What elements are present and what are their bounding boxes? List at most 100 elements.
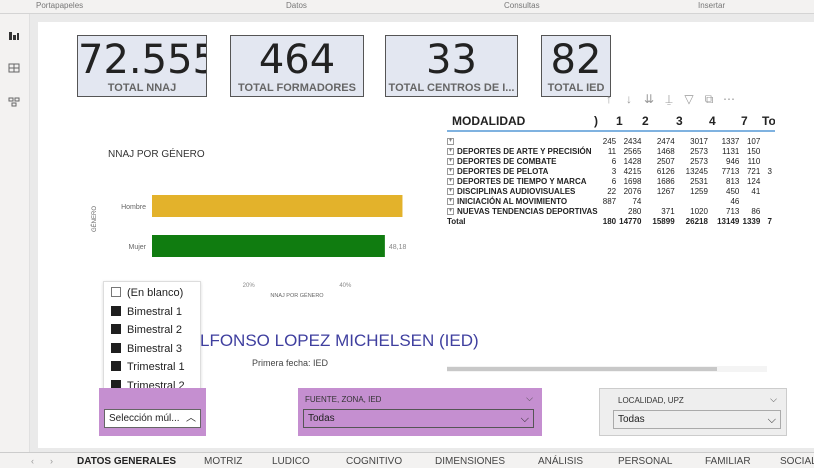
matrix-col-header[interactable]: To	[762, 114, 775, 128]
checkbox-checked[interactable]	[111, 342, 121, 353]
focus-mode-icon[interactable]: ⧉	[701, 91, 717, 107]
chevron-left-icon[interactable]: ‹	[31, 456, 34, 466]
expand-row-icon[interactable]: +	[447, 157, 454, 165]
modalidad-matrix[interactable]: MODALIDAD ) 1 2 3 4 7 To +245 2434 2474 301…	[447, 110, 775, 370]
chart-title: NNAJ POR GÉNERO	[108, 149, 205, 160]
bar-mujer[interactable]	[152, 235, 385, 257]
x-tick-label: 20%	[243, 283, 256, 289]
matrix-col-header[interactable]: 4	[709, 114, 716, 128]
chevron-down-icon[interactable]: ⌵	[526, 393, 533, 404]
tab-familiar[interactable]: FAMILIAR	[705, 456, 751, 467]
sort-desc-icon[interactable]: ↓	[621, 91, 637, 107]
more-options-icon[interactable]: ⋯	[721, 91, 737, 107]
matrix-total-row[interactable]: Total 180 14770 15899 26218 13149 1339 7	[447, 216, 775, 226]
expand-row-icon[interactable]: +	[447, 177, 454, 185]
checkbox-checked[interactable]	[111, 361, 121, 371]
dropdown-option[interactable]: Bimestral 3	[111, 342, 182, 355]
dropdown-option[interactable]: Bimestral 2	[111, 324, 182, 336]
kpi-value: 464	[258, 37, 336, 83]
matrix-cell	[644, 196, 677, 206]
tab-personal[interactable]: PERSONAL	[618, 456, 672, 467]
matrix-horizontal-scrollbar[interactable]	[447, 366, 767, 372]
dropdown-option[interactable]: (En blanco)	[111, 287, 183, 299]
localidad-slicer-select[interactable]: Todas ⌵	[613, 410, 781, 429]
ribbon-group-insertar[interactable]: Insertar	[698, 1, 725, 10]
kpi-card-total-ied[interactable]: 82 TOTAL IED	[541, 35, 611, 97]
bar-hombre[interactable]	[152, 195, 403, 217]
period-slicer[interactable]: Selección múl... ︿	[99, 388, 206, 436]
expand-icon[interactable]: ⍊	[661, 91, 677, 107]
matrix-cell: 713	[726, 206, 740, 216]
kpi-card-total-nnaj[interactable]: 72.555 TOTAL NNAJ	[77, 35, 207, 97]
matrix-cell: 14770	[619, 216, 642, 226]
dropdown-option-label: (En blanco)	[127, 287, 184, 299]
localidad-slicer[interactable]: LOCALIDAD, UPZ ⌵ Todas ⌵	[599, 388, 787, 436]
matrix-header-modalidad[interactable]: MODALIDAD	[452, 114, 525, 128]
chevron-right-icon[interactable]: ›	[50, 456, 53, 466]
matrix-row[interactable]: + DEPORTES DE COMBATE 6 1428 2507 2573 946 110	[447, 156, 775, 166]
tab-motriz[interactable]: MOTRIZ	[204, 456, 242, 467]
kpi-card-total-centros[interactable]: 33 TOTAL CENTROS DE I...	[385, 35, 518, 97]
expand-row-icon[interactable]: +	[447, 187, 454, 195]
kpi-value: 72.555	[78, 37, 207, 83]
expand-row-icon[interactable]: +	[447, 197, 454, 205]
matrix-cell: 107	[746, 136, 761, 146]
tab-datos-generales[interactable]: DATOS GENERALES	[77, 456, 176, 467]
matrix-col-header[interactable]: 7	[741, 114, 748, 128]
ribbon-group-portapapeles[interactable]: Portapapeles	[36, 1, 83, 10]
matrix-cell: 887	[602, 196, 617, 206]
matrix-cell	[763, 206, 775, 216]
sort-asc-icon[interactable]: ↑	[601, 91, 617, 107]
matrix-cell: 26218	[685, 216, 708, 226]
expand-row-icon[interactable]: +	[447, 207, 454, 215]
period-slicer-value: Selección múl...	[109, 413, 180, 424]
matrix-row-label: + DISCIPLINAS AUDIOVISUALES	[447, 186, 598, 196]
drill-down-icon[interactable]: ⇊	[641, 91, 657, 107]
filter-icon[interactable]: ▽	[681, 91, 697, 107]
matrix-header-row: MODALIDAD ) 1 2 3 4 7 To	[447, 110, 775, 132]
tab-dimensiones[interactable]: DIMENSIONES	[435, 456, 505, 467]
data-view-icon[interactable]	[8, 60, 20, 73]
tab-social[interactable]: SOCIAL	[780, 456, 814, 467]
matrix-row[interactable]: + DEPORTES DE TIEMPO Y MARCA 6 1698 1686 2531…	[447, 176, 775, 186]
fuente-slicer-select[interactable]: Todas ⌵	[303, 409, 534, 428]
checkbox-checked[interactable]	[111, 324, 121, 334]
matrix-col-header[interactable]: 3	[676, 114, 683, 128]
scrollbar-thumb[interactable]	[447, 367, 717, 371]
tab-ludico[interactable]: LUDICO	[272, 456, 310, 467]
matrix-row[interactable]: + INICIACIÓN AL MOVIMIENTO 887 74 46	[447, 196, 775, 206]
matrix-row-label: + NUEVAS TENDENCIAS DEPORTIVAS	[447, 206, 598, 216]
period-slicer-select[interactable]: Selección múl... ︿	[104, 409, 201, 428]
tab-analisis[interactable]: ANÁLISIS	[538, 456, 583, 467]
matrix-col-header[interactable]: 1	[616, 114, 623, 128]
tab-cognitivo[interactable]: COGNITIVO	[346, 456, 402, 467]
matrix-cell	[763, 186, 775, 196]
checkbox-checked[interactable]	[111, 305, 121, 316]
chevron-down-icon[interactable]: ⌵	[770, 394, 777, 405]
matrix-col-header[interactable]: 2	[642, 114, 649, 128]
matrix-cell: 180	[602, 216, 617, 226]
fuente-slicer[interactable]: FUENTE, ZONA, IED ⌵ Todas ⌵	[298, 388, 542, 436]
model-view-icon[interactable]	[8, 94, 20, 107]
expand-row-icon[interactable]: +	[447, 137, 454, 145]
matrix-row-label: + DEPORTES DE TIEMPO Y MARCA	[447, 176, 598, 186]
matrix-row-label: Total	[447, 216, 598, 226]
matrix-row[interactable]: + DISCIPLINAS AUDIOVISUALES 22 2076 1267 1259…	[447, 186, 775, 196]
checkbox-unchecked[interactable]	[111, 287, 121, 297]
visual-header-toolbar: ↑ ↓ ⇊ ⍊ ▽ ⧉ ⋯	[601, 91, 737, 109]
matrix-row[interactable]: +245 2434 2474 3017 1337 107	[447, 136, 775, 146]
kpi-card-total-formadores[interactable]: 464 TOTAL FORMADORES	[230, 35, 364, 97]
matrix-col-header[interactable]: )	[594, 114, 598, 128]
expand-row-icon[interactable]: +	[447, 147, 454, 155]
matrix-row[interactable]: + DEPORTES DE PELOTA 3 4215 6126 13245 7713 721…	[447, 166, 775, 176]
report-view-icon[interactable]	[8, 28, 20, 40]
matrix-row[interactable]: + DEPORTES DE ARTE Y PRECISIÓN 11 2565 1468 2…	[447, 146, 775, 156]
ribbon-group-datos[interactable]: Datos	[286, 1, 307, 10]
dropdown-option[interactable]: Trimestral 1	[111, 361, 185, 373]
matrix-row[interactable]: + NUEVAS TENDENCIAS DEPORTIVAS 280 371 1020 7…	[447, 206, 775, 216]
expand-row-icon[interactable]: +	[447, 167, 454, 175]
row-label-text: NUEVAS TENDENCIAS DEPORTIVAS	[457, 206, 598, 216]
ribbon-group-consultas[interactable]: Consultas	[504, 1, 540, 10]
matrix-row-label: + DEPORTES DE ARTE Y PRECISIÓN	[447, 146, 598, 156]
dropdown-option[interactable]: Bimestral 1	[111, 305, 182, 318]
